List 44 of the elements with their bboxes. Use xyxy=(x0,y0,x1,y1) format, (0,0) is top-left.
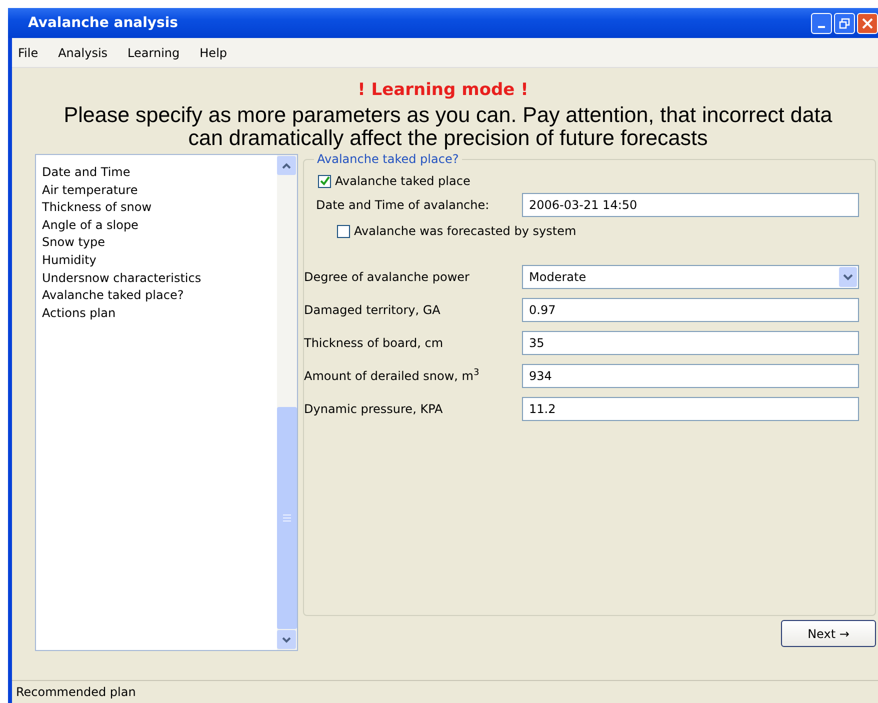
close-icon xyxy=(862,18,873,28)
checkbox-label: Avalanche taked place xyxy=(335,173,470,190)
list-item[interactable]: Humidity xyxy=(42,252,271,270)
status-text: Recommended plan xyxy=(16,684,136,701)
input-field[interactable]: 2006-03-21 14:50 xyxy=(522,193,859,217)
scroll-thumb[interactable] xyxy=(277,407,297,629)
field-label: Date and Time of avalanche: xyxy=(316,197,490,214)
scroll-up-icon[interactable] xyxy=(277,156,296,175)
dropdown[interactable]: Moderate xyxy=(522,264,859,288)
list-item[interactable]: Actions plan xyxy=(42,304,271,322)
input-field[interactable]: 11.2 xyxy=(522,396,859,420)
scroll-down-icon[interactable] xyxy=(277,630,296,649)
restore-button[interactable] xyxy=(834,12,855,34)
restore-icon xyxy=(839,18,850,28)
close-button[interactable] xyxy=(857,12,878,34)
input-field[interactable]: 35 xyxy=(522,330,859,354)
list-item[interactable]: Date and Time xyxy=(42,164,271,182)
mode-title: ! Learning mode ! xyxy=(358,80,528,100)
checkbox-label: Avalanche was forecasted by system xyxy=(354,223,576,240)
minimize-button[interactable] xyxy=(811,12,832,34)
list-item[interactable]: Snow type xyxy=(42,234,271,252)
menu-item[interactable]: Learning xyxy=(128,44,180,62)
list-item[interactable]: Angle of a slope xyxy=(42,216,271,234)
instructions-text: Please specify as more parameters as you can. Pay attention, that incorrect data can dramatically affect the precision of future forecasts xyxy=(62,104,834,150)
list-item[interactable]: Air temperature xyxy=(42,182,271,200)
list-item[interactable]: Thickness of snow xyxy=(42,199,271,217)
scrollbar[interactable] xyxy=(277,155,297,650)
list-item[interactable]: Avalanche taked place? xyxy=(42,287,271,305)
menu-item[interactable]: File xyxy=(18,44,38,62)
field-label: Amount of derailed snow, m$^{3}$ xyxy=(304,367,480,384)
input-field[interactable]: 0.97 xyxy=(522,298,859,322)
checkbox[interactable] xyxy=(337,224,350,238)
window-title: Avalanche analysis xyxy=(28,14,178,32)
field-label: Damaged territory, GA xyxy=(304,302,442,318)
menu-item[interactable]: Analysis xyxy=(58,44,108,62)
minimize-icon xyxy=(818,26,825,28)
field-label: Thickness of board, cm xyxy=(304,334,444,352)
list-item[interactable]: Undersnow characteristics xyxy=(42,270,271,288)
checkbox[interactable] xyxy=(318,174,331,188)
field-label: Degree of avalanche power xyxy=(304,268,470,286)
next-button[interactable]: Next → xyxy=(781,620,876,647)
field-label: Dynamic pressure, KPA xyxy=(304,400,444,418)
input-field[interactable]: 934 xyxy=(522,364,859,388)
menu-item[interactable]: Help xyxy=(200,44,228,62)
